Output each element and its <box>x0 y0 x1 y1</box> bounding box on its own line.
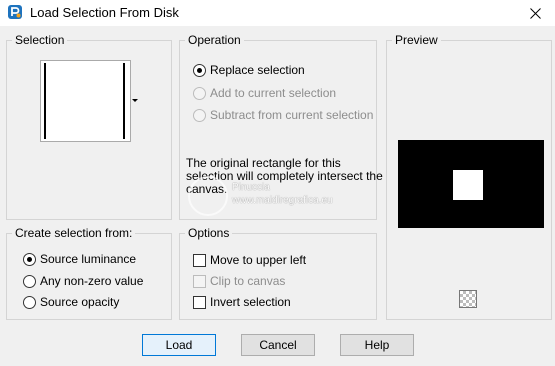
add-to-current-radio[interactable]: Add to current selection <box>193 86 336 100</box>
load-button[interactable]: Load <box>142 334 216 356</box>
any-non-zero-radio[interactable]: Any non-zero value <box>23 274 143 288</box>
create-from-legend: Create selection from: <box>12 226 136 240</box>
selection-dropdown-arrow-icon[interactable] <box>132 99 138 102</box>
add-to-current-label: Add to current selection <box>210 86 337 100</box>
radio-checked-icon <box>193 63 206 77</box>
selection-thumbnail[interactable] <box>40 60 131 142</box>
operation-info-text: The original rectangle for this selectio… <box>186 156 383 196</box>
source-opacity-radio[interactable]: Source opacity <box>23 295 119 309</box>
radio-checked-icon <box>23 252 36 266</box>
selection-thumbnail-right-edge <box>123 63 125 139</box>
move-to-upper-left-label: Move to upper left <box>210 253 307 267</box>
window-title: Load Selection From Disk <box>30 5 179 20</box>
invert-selection-label: Invert selection <box>210 295 291 309</box>
move-to-upper-left-checkbox[interactable]: Move to upper left <box>193 253 306 267</box>
transparency-toggle-icon[interactable] <box>459 290 477 308</box>
preview-legend: Preview <box>392 33 441 47</box>
close-icon <box>529 7 541 19</box>
any-non-zero-label: Any non-zero value <box>40 274 144 288</box>
title-bar: Load Selection From Disk <box>0 0 555 26</box>
selection-thumbnail-left-edge <box>44 63 46 139</box>
radio-disabled-icon <box>193 108 206 122</box>
clip-to-canvas-checkbox[interactable]: Clip to canvas <box>193 274 285 288</box>
subtract-from-current-label: Subtract from current selection <box>210 108 374 122</box>
help-button[interactable]: Help <box>340 334 414 356</box>
checkbox-unchecked-icon <box>193 253 206 267</box>
clip-to-canvas-label: Clip to canvas <box>210 274 286 288</box>
source-luminance-radio[interactable]: Source luminance <box>23 252 136 266</box>
cancel-button[interactable]: Cancel <box>241 334 315 356</box>
radio-unchecked-icon <box>23 295 36 309</box>
preview-canvas <box>398 140 544 228</box>
preview-selection-square <box>453 170 483 200</box>
checkbox-disabled-icon <box>193 274 206 288</box>
operation-legend: Operation <box>185 33 244 47</box>
source-opacity-label: Source opacity <box>40 295 120 309</box>
paintshop-pro-icon <box>8 5 22 19</box>
radio-unchecked-icon <box>23 274 36 288</box>
subtract-from-current-radio[interactable]: Subtract from current selection <box>193 108 373 122</box>
invert-selection-checkbox[interactable]: Invert selection <box>193 295 291 309</box>
checkbox-unchecked-icon <box>193 295 206 309</box>
replace-selection-radio[interactable]: Replace selection <box>193 63 305 77</box>
source-luminance-label: Source luminance <box>40 252 137 266</box>
selection-legend: Selection <box>12 33 68 47</box>
replace-selection-label: Replace selection <box>210 63 305 77</box>
radio-disabled-icon <box>193 86 206 100</box>
close-button[interactable] <box>515 0 555 26</box>
options-legend: Options <box>185 226 233 240</box>
